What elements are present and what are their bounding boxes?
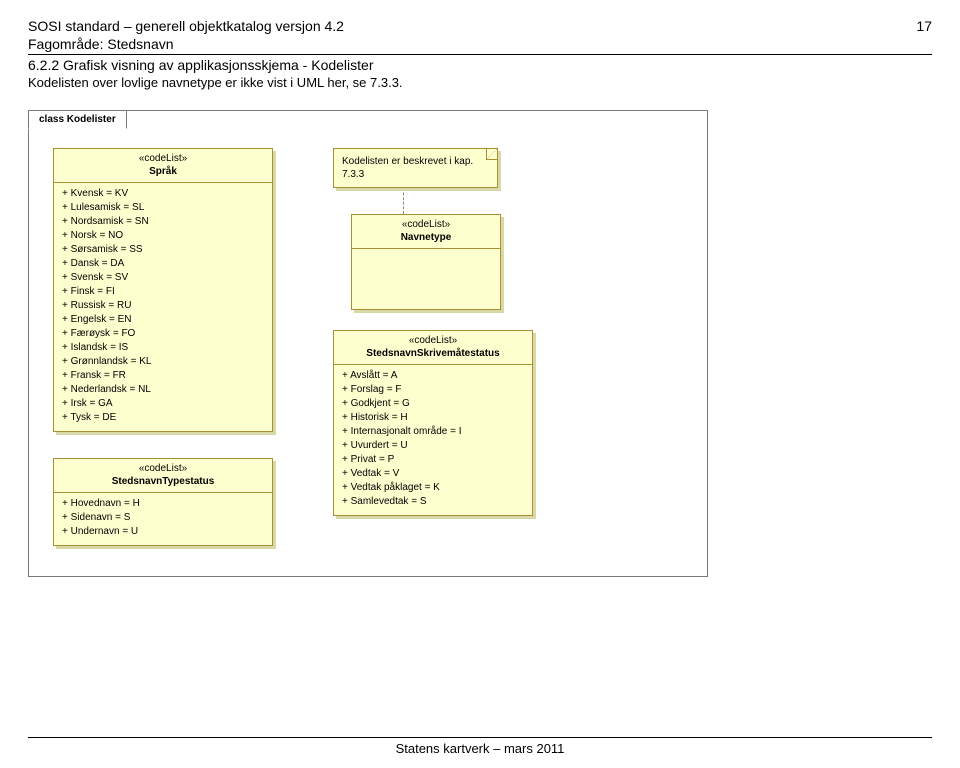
header-divider <box>28 54 932 55</box>
section-subnote: Kodelisten over lovlige navnetype er ikk… <box>28 75 932 90</box>
class-name: Navnetype <box>360 232 492 245</box>
attribute-row: + Sidenavn = S <box>62 511 264 525</box>
attribute-row: + Internasjonalt område = I <box>342 425 524 439</box>
attribute-row: + Historisk = H <box>342 411 524 425</box>
class-typestatus: «codeList» StedsnavnTypestatus + Hovedna… <box>53 458 273 546</box>
attribute-row: + Dansk = DA <box>62 257 264 271</box>
attribute-row: + Avslått = A <box>342 369 524 383</box>
doc-title: SOSI standard – generell objektkatalog v… <box>28 18 344 34</box>
class-title: «codeList» StedsnavnTypestatus <box>54 459 272 493</box>
doc-subtitle: Fagområde: Stedsnavn <box>28 36 932 52</box>
stereotype-label: «codeList» <box>342 335 524 348</box>
class-title: «codeList» Navnetype <box>352 215 500 249</box>
attribute-row: + Kvensk = KV <box>62 187 264 201</box>
note-line: 7.3.3 <box>342 168 483 181</box>
diagram-label: class Kodelister <box>28 110 127 129</box>
uml-diagram: class Kodelister «codeList» Språk + Kven… <box>28 110 708 577</box>
section-title: 6.2.2 Grafisk visning av applikasjonsskj… <box>28 57 932 73</box>
class-skrivemaatestatus: «codeList» StedsnavnSkrivemåtestatus + A… <box>333 330 533 516</box>
attribute-row: + Uvurdert = U <box>342 439 524 453</box>
attribute-list: + Avslått = A+ Forslag = F+ Godkjent = G… <box>334 365 532 515</box>
attribute-row: + Grønnlandsk = KL <box>62 355 264 369</box>
attribute-row: + Svensk = SV <box>62 271 264 285</box>
note-line: Kodelisten er beskrevet i kap. <box>342 155 483 168</box>
class-sprak: «codeList» Språk + Kvensk = KV+ Lulesami… <box>53 148 273 432</box>
attribute-list: + Kvensk = KV+ Lulesamisk = SL+ Nordsami… <box>54 183 272 431</box>
class-name: StedsnavnTypestatus <box>62 476 264 489</box>
attribute-row: + Irsk = GA <box>62 397 264 411</box>
attribute-row: + Vedtak påklaget = K <box>342 481 524 495</box>
diagram-col-right: Kodelisten er beskrevet i kap. 7.3.3 «co… <box>333 148 533 546</box>
attribute-row: + Sørsamisk = SS <box>62 243 264 257</box>
attribute-row: + Vedtak = V <box>342 467 524 481</box>
attribute-row: + Privat = P <box>342 453 524 467</box>
page-footer: Statens kartverk – mars 2011 <box>28 737 932 756</box>
attribute-row: + Nordsamisk = SN <box>62 215 264 229</box>
attribute-row: + Norsk = NO <box>62 229 264 243</box>
attribute-row: + Russisk = RU <box>62 299 264 313</box>
attribute-row: + Hovednavn = H <box>62 497 264 511</box>
attribute-row: + Undernavn = U <box>62 525 264 539</box>
attribute-row: + Godkjent = G <box>342 397 524 411</box>
attribute-row: + Engelsk = EN <box>62 313 264 327</box>
attribute-row: + Fransk = FR <box>62 369 264 383</box>
attribute-row: + Samlevedtak = S <box>342 495 524 509</box>
attribute-list: + Hovednavn = H+ Sidenavn = S+ Undernavn… <box>54 493 272 545</box>
diagram-body: «codeList» Språk + Kvensk = KV+ Lulesami… <box>29 130 707 546</box>
class-name: Språk <box>62 166 264 179</box>
class-title: «codeList» Språk <box>54 149 272 183</box>
attribute-row: + Forslag = F <box>342 383 524 397</box>
diagram-col-left: «codeList» Språk + Kvensk = KV+ Lulesami… <box>53 148 273 546</box>
stereotype-label: «codeList» <box>62 463 264 476</box>
attribute-row: + Islandsk = IS <box>62 341 264 355</box>
attribute-row: + Tysk = DE <box>62 411 264 425</box>
page: SOSI standard – generell objektkatalog v… <box>0 0 960 768</box>
uml-note: Kodelisten er beskrevet i kap. 7.3.3 <box>333 148 498 188</box>
stereotype-label: «codeList» <box>62 153 264 166</box>
note-connector <box>403 188 533 214</box>
page-number: 17 <box>916 18 932 34</box>
attribute-list <box>352 249 500 309</box>
attribute-row: + Færøysk = FO <box>62 327 264 341</box>
attribute-row: + Lulesamisk = SL <box>62 201 264 215</box>
class-title: «codeList» StedsnavnSkrivemåtestatus <box>334 331 532 365</box>
class-name: StedsnavnSkrivemåtestatus <box>342 348 524 361</box>
page-header: SOSI standard – generell objektkatalog v… <box>28 18 932 34</box>
stereotype-label: «codeList» <box>360 219 492 232</box>
class-navnetype: «codeList» Navnetype <box>351 214 501 310</box>
attribute-row: + Nederlandsk = NL <box>62 383 264 397</box>
attribute-row: + Finsk = FI <box>62 285 264 299</box>
